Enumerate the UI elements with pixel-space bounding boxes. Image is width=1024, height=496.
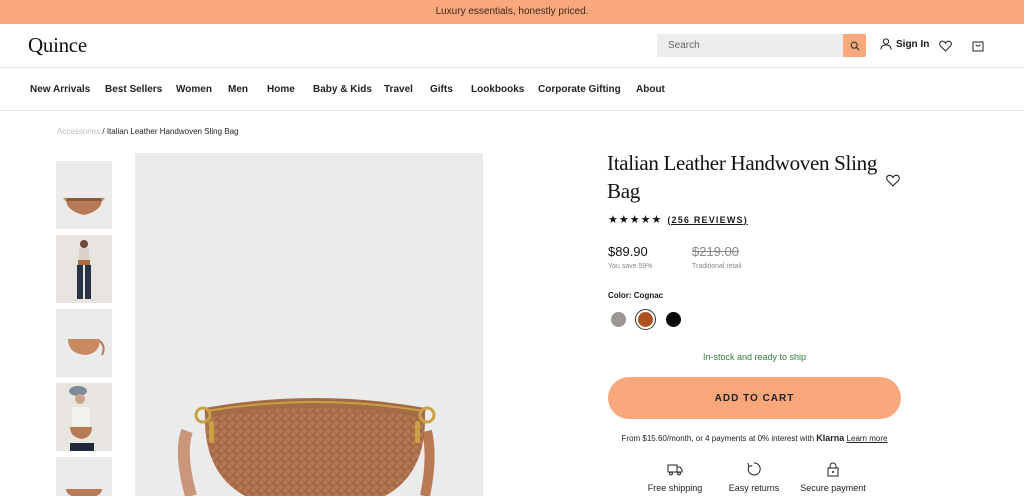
search-icon	[850, 41, 859, 50]
promo-text: Luxury essentials, honestly priced.	[435, 6, 589, 17]
swatch-black[interactable]	[666, 312, 681, 327]
main-nav: New Arrivals Best Sellers Women Men Home…	[0, 68, 1024, 111]
nav-item-about[interactable]: About	[636, 84, 665, 95]
bag-thumbnail-image-partial	[66, 489, 102, 496]
perk-label: Secure payment	[800, 483, 866, 493]
sale-price: $89.90	[608, 244, 648, 259]
thumbnail-1[interactable]	[56, 161, 112, 229]
retail-price: $219.00	[692, 244, 739, 259]
thumbnail-4[interactable]	[56, 383, 112, 451]
sign-in-link[interactable]: Sign In	[880, 38, 929, 50]
bag-thumbnail-image	[63, 197, 105, 215]
heart-icon	[938, 40, 952, 52]
add-to-cart-button[interactable]: ADD TO CART	[608, 377, 901, 419]
breadcrumb-separator: /	[102, 127, 105, 136]
lock-icon	[827, 462, 839, 477]
nav-item-new-arrivals[interactable]: New Arrivals	[30, 84, 90, 95]
truck-icon	[667, 464, 683, 476]
model-thumbnail-image	[56, 235, 112, 303]
search-input[interactable]	[657, 34, 843, 57]
search-bar	[657, 34, 866, 57]
financing-info: From $15.60/month, or 4 payments at 0% i…	[608, 433, 901, 443]
product-wishlist-button[interactable]	[886, 174, 900, 188]
nav-item-lookbooks[interactable]: Lookbooks	[471, 84, 524, 95]
perk-secure-payment: Secure payment	[793, 461, 873, 493]
financing-text: From $15.60/month, or 4 payments at 0% i…	[621, 434, 815, 443]
cart-icon	[972, 41, 984, 52]
swatch-grey[interactable]	[611, 312, 626, 327]
thumbnail-2[interactable]	[56, 235, 112, 303]
star-rating-icons: ★★★★★	[608, 214, 663, 226]
sling-bag-image	[177, 398, 436, 496]
reviews-link[interactable]: (256 REVIEWS)	[667, 215, 748, 225]
promo-banner: Luxury essentials, honestly priced.	[0, 0, 1024, 24]
klarna-logo: Klarna	[816, 433, 845, 443]
bag-strap-thumbnail-image	[68, 339, 105, 356]
cart-button[interactable]	[970, 38, 986, 54]
nav-item-best-sellers[interactable]: Best Sellers	[105, 84, 162, 95]
thumbnail-3[interactable]	[56, 309, 112, 377]
perk-easy-returns: Easy returns	[714, 461, 794, 493]
search-button[interactable]	[843, 34, 866, 57]
thumbnail-5[interactable]	[56, 457, 112, 496]
nav-item-corporate-gifting[interactable]: Corporate Gifting	[538, 84, 621, 95]
brand-logo[interactable]: Quince	[28, 33, 87, 58]
swatch-cognac[interactable]	[635, 309, 656, 330]
breadcrumb: Accessories / Italian Leather Handwoven …	[57, 127, 238, 136]
model-closeup-thumbnail-image	[56, 383, 112, 451]
return-icon	[747, 462, 761, 476]
nav-item-women[interactable]: Women	[176, 84, 212, 95]
perk-label: Easy returns	[728, 483, 780, 493]
sign-in-label: Sign In	[896, 38, 930, 50]
learn-more-link[interactable]: Learn more	[847, 434, 888, 443]
color-label: Color: Cognac	[608, 291, 664, 300]
nav-item-men[interactable]: Men	[228, 84, 248, 95]
nav-item-travel[interactable]: Travel	[384, 84, 413, 95]
swatch-cognac-fill	[638, 312, 653, 327]
user-icon	[880, 38, 892, 50]
retail-label: Traditional retail	[692, 263, 742, 270]
nav-item-baby-kids[interactable]: Baby & Kids	[313, 84, 372, 95]
stock-status: In-stock and ready to ship	[702, 352, 807, 362]
savings-label: You save 59%	[608, 263, 653, 270]
product-main-image[interactable]	[135, 153, 483, 496]
breadcrumb-parent[interactable]: Accessories	[57, 127, 100, 136]
nav-item-gifts[interactable]: Gifts	[430, 84, 453, 95]
perk-label: Free shipping	[647, 483, 703, 493]
heart-icon	[886, 174, 900, 187]
wishlist-button[interactable]	[937, 38, 953, 54]
breadcrumb-current: Italian Leather Handwoven Sling Bag	[106, 127, 239, 136]
site-header: Quince Sign In	[0, 24, 1024, 68]
product-rating: ★★★★★ (256 REVIEWS)	[608, 213, 748, 226]
product-title: Italian Leather Handwoven Sling Bag	[607, 151, 878, 203]
perk-free-shipping: Free shipping	[635, 461, 715, 493]
nav-item-home[interactable]: Home	[267, 84, 295, 95]
